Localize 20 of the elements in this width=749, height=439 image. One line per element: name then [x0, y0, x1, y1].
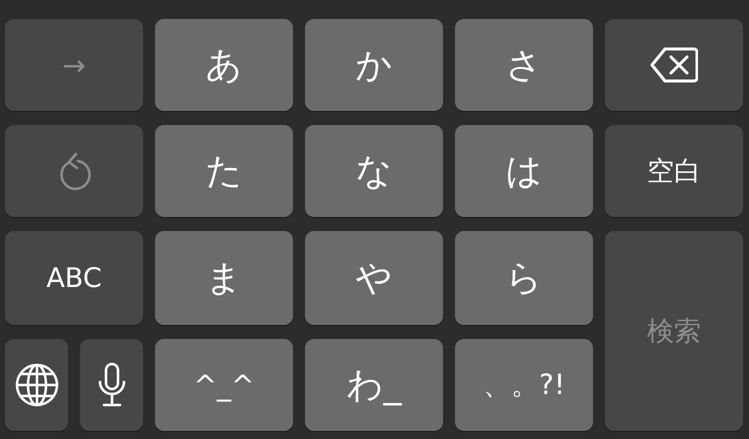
kana-key[interactable]: か [305, 19, 443, 111]
delete-icon [650, 47, 698, 83]
kana-key[interactable]: た [155, 125, 293, 217]
kana-key[interactable]: ^_^ [155, 339, 293, 431]
globe-key[interactable] [5, 339, 68, 431]
delete-key[interactable] [605, 19, 743, 111]
kana-key[interactable]: 、。?! [455, 339, 593, 431]
function-key[interactable]: 空白 [605, 125, 743, 217]
microphone-key[interactable] [80, 339, 143, 431]
globe-icon [14, 363, 58, 407]
kana-key[interactable]: は [455, 125, 593, 217]
kana-key[interactable]: ら [455, 231, 593, 325]
kana-key[interactable]: さ [455, 19, 593, 111]
microphone-icon [96, 362, 126, 408]
kana-key[interactable]: わ_ [305, 339, 443, 431]
kana-key[interactable]: ま [155, 231, 293, 325]
kana-key[interactable]: や [305, 231, 443, 325]
kana-key[interactable]: あ [155, 19, 293, 111]
kana-key[interactable]: な [305, 125, 443, 217]
function-key[interactable]: ABC [5, 231, 143, 325]
